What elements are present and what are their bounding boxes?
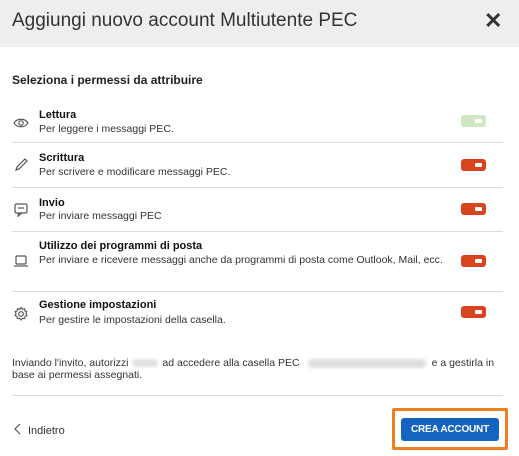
notice-text: Inviando l'invito, autorizzi xyxy=(12,357,129,369)
permission-row-programmi-posta: Utilizzo dei programmi di posta Per invi… xyxy=(12,232,503,292)
permission-toggle-invio[interactable] xyxy=(461,203,486,215)
permission-toggle-programmi-posta[interactable] xyxy=(461,255,486,267)
eye-icon xyxy=(13,115,29,131)
permission-row-invio: Invio Per inviare messaggi PEC xyxy=(12,188,503,232)
chevron-left-icon xyxy=(14,423,22,438)
footer-divider xyxy=(12,395,503,396)
authorization-notice: Inviando l'invito, autorizzi ad accedere … xyxy=(12,357,507,381)
permission-description: Per leggere i messaggi PEC. xyxy=(39,123,174,135)
permission-name: Invio xyxy=(39,197,65,209)
permission-row-scrittura: Scrittura Per scrivere e modificare mess… xyxy=(12,143,503,188)
close-icon[interactable]: ✕ xyxy=(484,8,502,34)
permission-name: Utilizzo dei programmi di posta xyxy=(39,240,203,252)
permission-name: Scrittura xyxy=(39,152,85,164)
permission-description: Per inviare messaggi PEC xyxy=(39,210,162,222)
dialog-header: Aggiungi nuovo account Multiutente PEC ✕ xyxy=(0,0,519,47)
back-button[interactable]: Indietro xyxy=(14,423,65,438)
create-account-button[interactable]: CREA ACCOUNT xyxy=(401,418,499,441)
pencil-icon xyxy=(13,157,29,173)
permission-name: Lettura xyxy=(39,109,77,121)
permission-toggle-scrittura[interactable] xyxy=(461,159,486,171)
permission-row-impostazioni: Gestione impostazioni Per gestire le imp… xyxy=(12,292,503,338)
permission-row-lettura: Lettura Per leggere i messaggi PEC. xyxy=(12,104,503,143)
permission-name: Gestione impostazioni xyxy=(39,299,157,311)
notice-text: ad accedere alla casella PEC xyxy=(162,357,300,369)
laptop-icon xyxy=(13,253,29,269)
permission-toggle-lettura[interactable] xyxy=(461,115,486,127)
permission-toggle-impostazioni[interactable] xyxy=(461,306,486,318)
create-account-highlight: CREA ACCOUNT xyxy=(392,408,508,450)
gear-icon xyxy=(13,306,29,322)
back-label: Indietro xyxy=(28,424,65,437)
section-title: Seleziona i permessi da attribuire xyxy=(12,73,203,87)
redacted-pec-address xyxy=(307,358,426,368)
permission-description: Per gestire le impostazioni della casell… xyxy=(39,314,226,326)
redacted-user-name xyxy=(132,359,159,368)
permission-description: Per scrivere e modificare messaggi PEC. xyxy=(39,166,231,178)
permission-description: Per inviare e ricevere messaggi anche da… xyxy=(39,254,443,266)
message-send-icon xyxy=(13,201,29,218)
dialog-title: Aggiungi nuovo account Multiutente PEC xyxy=(12,10,358,31)
